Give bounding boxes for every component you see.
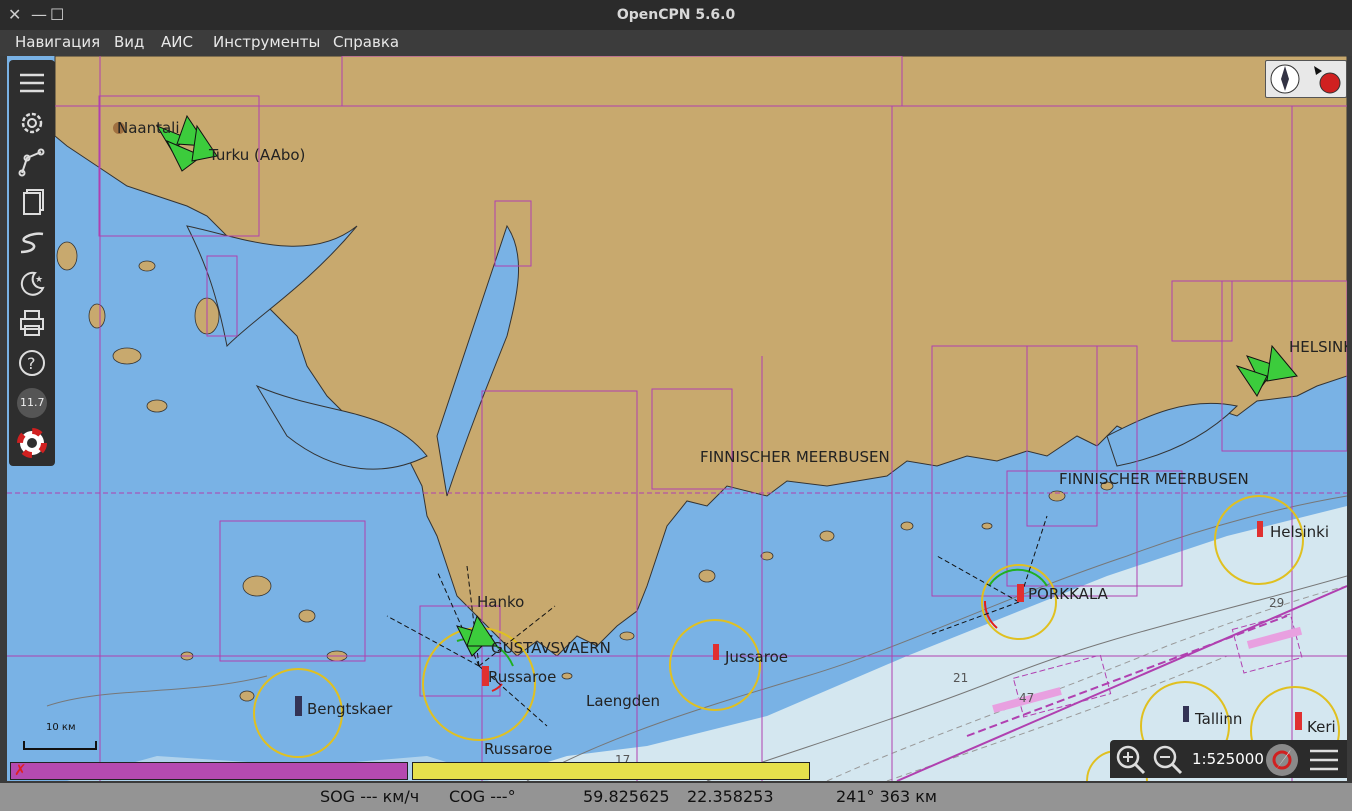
track-icon[interactable]: [17, 228, 47, 258]
sog-readout: SOG --- км/ч: [320, 787, 420, 806]
label-gulf-1: FINNISCHER MEERBUSEN: [700, 448, 890, 466]
print-icon[interactable]: [17, 308, 47, 338]
compass-north-icon: [1270, 64, 1341, 94]
label-naantali: Naantali: [117, 119, 180, 137]
menu-help[interactable]: Справка: [333, 33, 399, 51]
zoom-controls: 1:525000: [1110, 740, 1347, 778]
label-bengtskaer: Bengtskaer: [307, 700, 393, 718]
window-title: OpenCPN 5.6.0: [616, 7, 736, 23]
compass-widget[interactable]: [1265, 60, 1347, 98]
menu-icon[interactable]: [1308, 745, 1340, 775]
chart-bar-yellow[interactable]: [412, 762, 810, 780]
title-bar: ✕ — ☐ OpenCPN 5.6.0: [0, 0, 1352, 30]
depth-sounding: 21: [953, 671, 969, 685]
label-jussaroe: Jussaroe: [725, 648, 788, 666]
follow-ship-icon[interactable]: [1265, 743, 1299, 777]
chart-map[interactable]: [7, 56, 1347, 781]
route-manager-icon[interactable]: [17, 188, 47, 218]
settings-gear-icon[interactable]: [17, 108, 47, 138]
label-russaroe: Russaroe: [484, 740, 553, 758]
label-hanko: Hanko: [477, 593, 525, 611]
help-icon[interactable]: ?: [17, 348, 47, 378]
close-icon[interactable]: ✗: [14, 761, 27, 779]
svg-text:?: ?: [27, 354, 36, 373]
menu-ais[interactable]: АИС: [161, 33, 193, 51]
menu-tools[interactable]: Инструменты: [213, 33, 320, 51]
range-bearing-readout: 241° 363 км: [836, 787, 937, 806]
zoom-in-icon[interactable]: [1115, 744, 1147, 776]
color-scheme-icon[interactable]: ★: [17, 268, 47, 298]
hamburger-menu-icon[interactable]: [17, 68, 47, 98]
zoom-level-text: 11.7: [20, 396, 45, 409]
zoom-level-indicator[interactable]: 11.7: [17, 388, 47, 418]
menu-navigation[interactable]: Навигация: [15, 33, 100, 51]
label-gulf-2: FINNISCHER MEERBUSEN: [1059, 470, 1249, 488]
chart-canvas[interactable]: Naantali Turku (AAbo) FINNISCHER MEERBUS…: [7, 56, 1347, 781]
scale-bar: 10 км: [23, 722, 98, 755]
left-toolbar: ★ ? 11.7: [9, 60, 55, 466]
label-laengden: Laengden: [586, 692, 661, 710]
menu-bar: Навигация Вид АИС Инструменты Справка: [0, 30, 1352, 56]
chart-bar-pink[interactable]: ✗: [10, 761, 408, 780]
depth-sounding: 47: [1019, 691, 1035, 705]
label-tallinn: Tallinn: [1195, 710, 1243, 728]
label-keri: Keri: [1307, 718, 1336, 736]
lifebuoy-mob-icon[interactable]: [17, 428, 47, 458]
latitude-readout: 59.825625: [583, 787, 670, 806]
label-gustavsvaern: GUSTAVSVAERN: [491, 639, 611, 657]
svg-text:★: ★: [35, 275, 43, 285]
label-porkkala: PORKKALA: [1028, 585, 1108, 603]
longitude-readout: 22.358253: [687, 787, 774, 806]
scale-bar-label: 10 км: [46, 722, 76, 733]
label-russaroe-light: Russaroe: [488, 668, 557, 686]
chart-scale-text: 1:525000: [1192, 750, 1264, 768]
menu-view[interactable]: Вид: [114, 33, 144, 51]
route-icon[interactable]: [17, 148, 47, 178]
label-helsinki-light: Helsinki: [1270, 523, 1330, 541]
depth-sounding: 29: [1269, 596, 1285, 610]
zoom-out-icon[interactable]: [1152, 744, 1184, 776]
label-turku: Turku (AAbo): [209, 146, 306, 164]
label-helsinki-city: HELSINKI: [1289, 338, 1347, 356]
status-bar: SOG --- км/ч COG ---° 59.825625 22.35825…: [0, 783, 1352, 811]
cog-readout: COG ---°: [449, 787, 516, 806]
